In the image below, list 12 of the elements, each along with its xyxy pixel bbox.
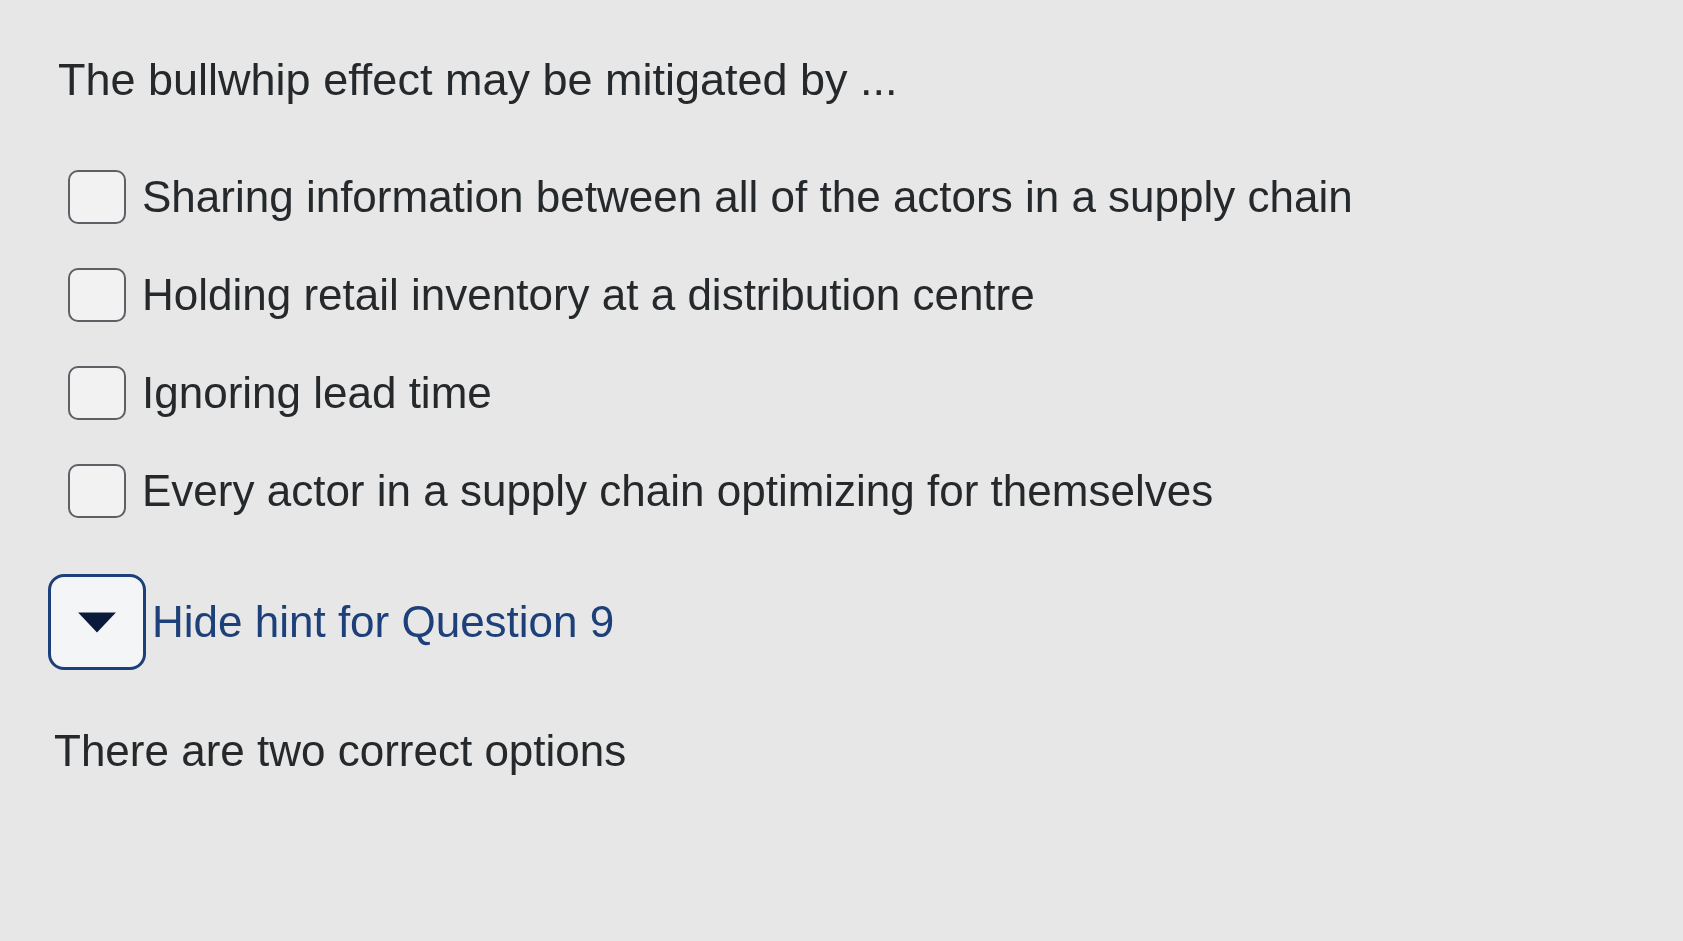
hint-link[interactable]: Hide hint for Question 9 [152,597,615,647]
checkbox[interactable] [68,268,126,322]
option-label[interactable]: Ignoring lead time [142,362,492,424]
option-label[interactable]: Sharing information between all of the actors in a supply chain [142,166,1353,228]
question-text: The bullwhip effect may be mitigated by ... [58,53,899,107]
checkbox[interactable] [68,464,126,518]
hint-text: There are two correct options [54,726,628,776]
hint-toggle-button[interactable] [48,574,146,670]
checkbox[interactable] [68,170,126,224]
option-label[interactable]: Holding retail inventory at a distribution centre [142,264,1035,326]
option-label[interactable]: Every actor in a supply chain optimizing for themselves [142,460,1214,522]
checkbox[interactable] [68,366,126,420]
